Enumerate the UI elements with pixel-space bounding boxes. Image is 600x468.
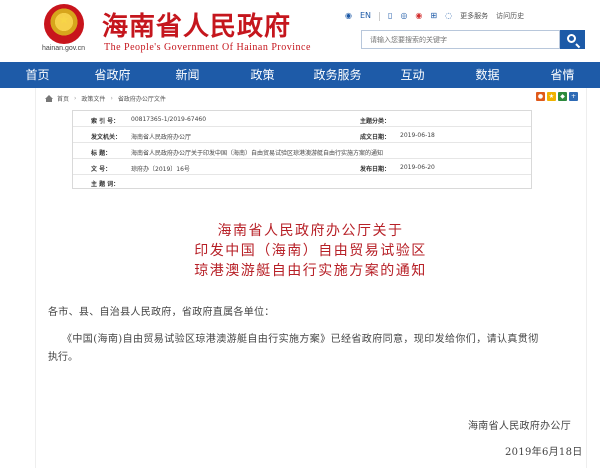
nav-interaction[interactable]: 互动	[375, 62, 450, 88]
meta-label-doc-no: 文 号：	[91, 166, 112, 173]
home-icon[interactable]	[45, 94, 53, 102]
breadcrumb-separator: ›	[110, 94, 113, 102]
meta-label-index: 索 引 号：	[91, 118, 120, 125]
document-title-line-1: 海南省人民政府办公厅关于	[217, 223, 404, 239]
document-salutation: 各市、县、自治县人民政府，省政府直属各单位：	[48, 307, 275, 318]
meta-label-issuer: 发文机关：	[91, 134, 122, 141]
meta-value-doc-no: 琼府办〔2019〕16号	[131, 166, 190, 173]
user-icon[interactable]: ◌	[445, 9, 452, 23]
national-emblem-icon: ★	[44, 4, 84, 44]
share-wechat-icon[interactable]: ◆	[558, 92, 567, 101]
nav-government-services[interactable]: 政务服务	[300, 62, 375, 88]
divider	[73, 158, 531, 159]
meta-label-category: 主题分类：	[360, 118, 391, 125]
divider	[73, 126, 531, 127]
breadcrumb-separator: ›	[74, 94, 77, 102]
site-title[interactable]: 海南省人民政府	[102, 6, 291, 43]
nav-home[interactable]: 首页	[0, 62, 75, 88]
search-input[interactable]	[362, 31, 559, 48]
divider	[73, 174, 531, 175]
main-nav: 首页 省政府 新闻 政策 政务服务 互动 数据 省情	[0, 62, 600, 88]
meta-value-date-published: 2019-06-20	[400, 164, 435, 171]
meta-label-subject: 标 题：	[91, 150, 112, 157]
site-subtitle: The People's Government Of Hainan Provin…	[104, 42, 311, 53]
breadcrumb-home[interactable]: 首页	[57, 94, 69, 103]
share-more-icon[interactable]: +	[569, 92, 578, 101]
more-services-link[interactable]: 更多服务	[460, 9, 488, 23]
breadcrumb-office-files[interactable]: 省政府办公厅文件	[118, 94, 166, 103]
document-body: 《中国(海南)自由贸易试验区琼港澳游艇自由行实施方案》已经省政府同意，现印发给你…	[62, 334, 539, 345]
meta-label-date-published: 发布日期：	[360, 166, 391, 173]
share-weibo-icon[interactable]: ●	[536, 92, 545, 101]
meta-value-subject: 海南省人民政府办公厅关于印发中国（海南）自由贸易试验区琼港澳游艇自由行实施方案的…	[131, 150, 384, 157]
nav-policy[interactable]: 政策	[225, 62, 300, 88]
document-body-continued: 执行。	[48, 352, 78, 363]
share-toolbar: ● ★ ◆ +	[536, 92, 578, 101]
weibo-icon[interactable]: ◉	[415, 9, 422, 23]
nav-provincial-government[interactable]: 省政府	[75, 62, 150, 88]
document-title-line-2: 印发中国（海南）自由贸易试验区	[194, 243, 427, 259]
document-signature: 海南省人民政府办公厅	[468, 421, 571, 432]
nav-news[interactable]: 新闻	[150, 62, 225, 88]
search-box[interactable]	[361, 30, 560, 49]
meta-label-theme-word: 主 题 词：	[91, 181, 120, 188]
breadcrumb: 首页 › 政策文件 › 省政府办公厅文件	[45, 93, 166, 103]
visit-history-link[interactable]: 访问历史	[496, 9, 524, 23]
mobile-icon[interactable]: ▯	[388, 9, 392, 23]
document-metadata: 索 引 号： 00817365-1/2019-67460 主题分类： 发文机关：…	[72, 110, 532, 189]
meta-value-index: 00817365-1/2019-67460	[131, 116, 207, 123]
search-icon	[567, 34, 576, 43]
app-icon[interactable]: ⊞	[430, 9, 437, 23]
meta-value-issuer: 海南省人民政府办公厅	[131, 134, 192, 141]
site-header: ★ hainan.gov.cn 海南省人民政府 The People's Gov…	[0, 0, 600, 62]
document-date: 2019年6月18日	[505, 447, 583, 458]
document-title-line-3: 琼港澳游艇自由行实施方案的通知	[194, 263, 427, 279]
meta-value-date-written: 2019-06-18	[400, 132, 435, 139]
accessibility-icon[interactable]: ◉	[345, 9, 352, 23]
search-button[interactable]	[560, 30, 585, 49]
share-qzone-icon[interactable]: ★	[547, 92, 556, 101]
wechat-icon[interactable]: ◎	[400, 9, 407, 23]
meta-label-date-written: 成文日期：	[360, 134, 391, 141]
nav-province-overview[interactable]: 省情	[525, 62, 600, 88]
breadcrumb-policy-files[interactable]: 政策文件	[81, 94, 105, 103]
site-domain: hainan.gov.cn	[42, 45, 86, 52]
divider	[73, 142, 531, 143]
divider	[379, 11, 381, 21]
header-tools: ◉ EN ▯ ◎ ◉ ⊞ ◌ 更多服务 访问历史	[345, 9, 524, 23]
en-link[interactable]: EN	[360, 9, 371, 23]
nav-data[interactable]: 数据	[450, 62, 525, 88]
